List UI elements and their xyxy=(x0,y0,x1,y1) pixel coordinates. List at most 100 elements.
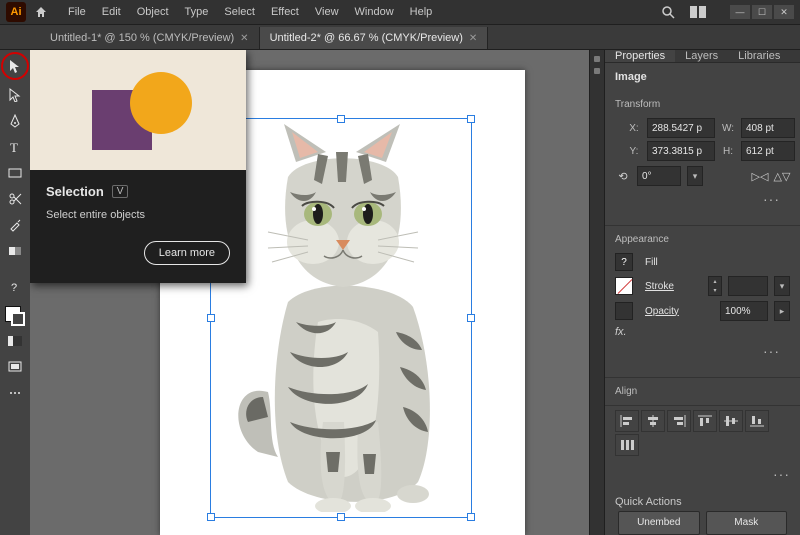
resize-handle[interactable] xyxy=(467,115,475,123)
resize-handle[interactable] xyxy=(207,314,215,322)
menu-window[interactable]: Window xyxy=(347,6,402,18)
eyedropper-tool[interactable] xyxy=(4,214,26,236)
align-left-icon[interactable] xyxy=(615,410,639,432)
opacity-swatch-icon[interactable] xyxy=(615,302,633,320)
svg-text:?: ? xyxy=(11,282,17,294)
angle-dropdown[interactable]: ▾ xyxy=(687,166,703,186)
opacity-label[interactable]: Opacity xyxy=(645,306,714,317)
document-tab-label: Untitled-1* @ 150 % (CMYK/Preview) xyxy=(50,32,234,44)
resize-handle[interactable] xyxy=(207,513,215,521)
stroke-swatch-icon[interactable] xyxy=(615,277,633,295)
color-mode-icon[interactable] xyxy=(4,330,26,352)
panel-tabs: Properties Layers Libraries xyxy=(605,50,800,63)
section-heading: Align xyxy=(615,386,790,397)
resize-handle[interactable] xyxy=(337,115,345,123)
x-field[interactable]: 288.5427 p xyxy=(647,118,715,138)
more-options-icon[interactable]: ··· xyxy=(615,191,790,213)
stroke-weight-field[interactable] xyxy=(728,276,768,296)
home-icon[interactable] xyxy=(32,3,50,21)
h-field[interactable]: 612 pt xyxy=(741,141,795,161)
canvas[interactable]: Selection V Select entire objects Learn … xyxy=(30,50,589,535)
menubar: Ai File Edit Object Type Select Effect V… xyxy=(0,0,800,25)
pen-tool[interactable] xyxy=(4,110,26,132)
scissors-tool[interactable] xyxy=(4,188,26,210)
menu-view[interactable]: View xyxy=(307,6,347,18)
fill-swatch-icon[interactable]: ? xyxy=(615,253,633,271)
section-heading: Appearance xyxy=(615,234,790,245)
type-tool[interactable]: T xyxy=(4,136,26,158)
search-icon[interactable] xyxy=(660,4,676,20)
more-options-icon[interactable]: ··· xyxy=(615,343,790,365)
edit-toolbar-icon[interactable] xyxy=(4,382,26,404)
panel-dock[interactable] xyxy=(589,50,605,535)
tooltip-title: Selection xyxy=(46,184,104,199)
mask-button[interactable]: Mask xyxy=(706,511,788,535)
selection-type-label: Image xyxy=(615,71,790,83)
close-icon[interactable]: ✕ xyxy=(240,33,248,44)
tooltip-thumbnail xyxy=(30,50,246,170)
learn-more-button[interactable]: Learn more xyxy=(144,241,230,265)
rectangle-tool[interactable] xyxy=(4,162,26,184)
app-logo[interactable]: Ai xyxy=(6,2,26,22)
section-heading: Transform xyxy=(615,99,790,110)
close-icon[interactable]: ✕ xyxy=(469,33,477,44)
stroke-weight-stepper[interactable]: ▴▾ xyxy=(708,276,722,296)
tab-libraries[interactable]: Libraries xyxy=(728,50,790,62)
align-bottom-icon[interactable] xyxy=(745,410,769,432)
menu-select[interactable]: Select xyxy=(216,6,263,18)
appearance-section: Appearance ? Fill Stroke ▴▾ ▾ Opacity 10… xyxy=(605,226,800,378)
selection-bounding-box[interactable] xyxy=(210,118,472,518)
stroke-swatch[interactable] xyxy=(11,312,25,326)
opacity-dropdown[interactable]: ▸ xyxy=(774,301,790,321)
document-tab-1[interactable]: Untitled-1* @ 150 % (CMYK/Preview) ✕ xyxy=(40,27,260,49)
workspace-icon[interactable] xyxy=(690,4,706,20)
y-label: Y: xyxy=(627,146,641,157)
w-field[interactable]: 408 pt xyxy=(741,118,795,138)
align-right-icon[interactable] xyxy=(667,410,691,432)
fill-stroke-swatch[interactable] xyxy=(5,306,25,326)
tab-properties[interactable]: Properties xyxy=(605,50,675,62)
fx-label[interactable]: fx. xyxy=(615,326,627,338)
align-top-icon[interactable] xyxy=(693,410,717,432)
y-field[interactable]: 373.3815 p xyxy=(647,141,715,161)
fill-label: Fill xyxy=(645,257,790,268)
window-maximize[interactable]: ☐ xyxy=(752,5,772,19)
menu-object[interactable]: Object xyxy=(129,6,177,18)
opacity-field[interactable]: 100% xyxy=(720,301,768,321)
tools-toolbar: T ? xyxy=(0,50,30,535)
resize-handle[interactable] xyxy=(337,513,345,521)
tooltip-description: Select entire objects xyxy=(46,209,230,221)
menu-effect[interactable]: Effect xyxy=(263,6,307,18)
gradient-tool[interactable] xyxy=(4,240,26,262)
direct-selection-tool[interactable] xyxy=(4,84,26,106)
menu-type[interactable]: Type xyxy=(177,6,217,18)
align-hcenter-icon[interactable] xyxy=(641,410,665,432)
align-buttons xyxy=(605,406,800,466)
selection-type-section: Image xyxy=(605,63,800,91)
more-options-icon[interactable]: ··· xyxy=(605,466,800,488)
unembed-button[interactable]: Unembed xyxy=(618,511,700,535)
stroke-weight-dropdown[interactable]: ▾ xyxy=(774,276,790,296)
window-minimize[interactable]: — xyxy=(730,5,750,19)
menu-file[interactable]: File xyxy=(60,6,94,18)
flip-horizontal-icon[interactable]: ▷◁ xyxy=(752,169,768,183)
flip-vertical-icon[interactable]: △▽ xyxy=(774,169,790,183)
resize-handle[interactable] xyxy=(467,314,475,322)
selection-tool[interactable] xyxy=(1,52,29,80)
document-tab-2[interactable]: Untitled-2* @ 66.67 % (CMYK/Preview) ✕ xyxy=(260,27,489,49)
distribute-icon[interactable] xyxy=(615,434,639,456)
stroke-label[interactable]: Stroke xyxy=(645,281,702,292)
tab-layers[interactable]: Layers xyxy=(675,50,728,62)
transform-section: Transform X: 288.5427 p W: 408 pt Y: 373… xyxy=(605,91,800,226)
window-close[interactable]: ✕ xyxy=(774,5,794,19)
menu-help[interactable]: Help xyxy=(402,6,441,18)
reference-point-icon[interactable] xyxy=(615,127,617,153)
align-vcenter-icon[interactable] xyxy=(719,410,743,432)
angle-field[interactable]: 0° xyxy=(637,166,681,186)
tooltip-shortcut: V xyxy=(112,185,129,198)
help-tool[interactable]: ? xyxy=(4,276,26,298)
resize-handle[interactable] xyxy=(467,513,475,521)
screen-mode-icon[interactable] xyxy=(4,356,26,378)
properties-panel: Properties Layers Libraries Image Transf… xyxy=(605,50,800,535)
menu-edit[interactable]: Edit xyxy=(94,6,129,18)
